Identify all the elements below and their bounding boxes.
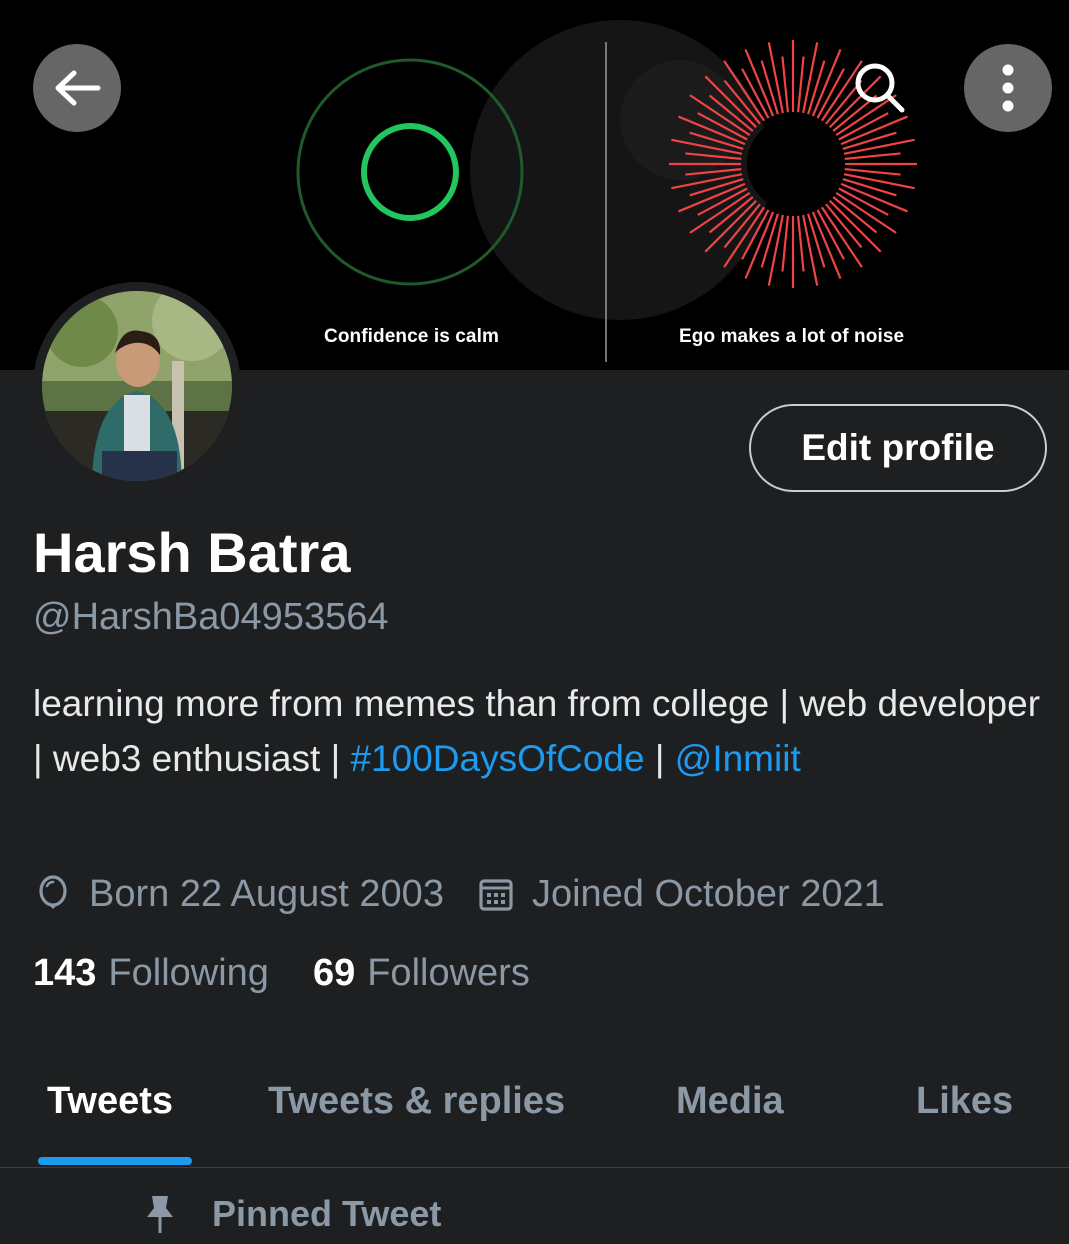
more-options-button[interactable]: [964, 44, 1052, 132]
tab-tweets-replies[interactable]: Tweets & replies: [268, 1080, 565, 1123]
joined-item: Joined October 2021: [476, 873, 885, 916]
profile-bio: learning more from memes than from colle…: [33, 676, 1043, 786]
search-button[interactable]: [836, 44, 924, 132]
username-handle: @HarshBa04953564: [33, 596, 389, 638]
burst-ray: [802, 214, 819, 286]
back-button[interactable]: [33, 44, 121, 132]
burst-ray: [844, 168, 901, 176]
joined-text: Joined October 2021: [531, 872, 885, 915]
burst-ray: [828, 199, 882, 253]
following-count[interactable]: 143: [33, 952, 96, 995]
following-label[interactable]: Following: [108, 952, 269, 995]
profile-page: Confidence is calm Ego makes a lot of no…: [0, 0, 1069, 1244]
display-name: Harsh Batra: [33, 521, 351, 584]
tab-media[interactable]: Media: [676, 1080, 784, 1123]
pinned-tweet-label: Pinned Tweet: [212, 1193, 442, 1234]
arrow-left-icon: [55, 70, 101, 106]
burst-ray: [767, 42, 784, 114]
burst-ray: [844, 152, 901, 160]
avatar-frame[interactable]: [33, 282, 241, 490]
bio-separator: |: [644, 738, 675, 779]
pin-icon: [140, 1192, 180, 1236]
birthday-text: Born 22 August 2003: [89, 872, 444, 915]
edit-profile-button[interactable]: Edit profile: [749, 404, 1047, 492]
followers-label[interactable]: Followers: [367, 952, 530, 995]
burst-ray: [802, 42, 819, 114]
profile-meta: Born 22 August 2003 Joined October 2021: [33, 868, 917, 920]
burst-ray: [843, 138, 915, 155]
profile-tabs: Tweets Tweets & replies Media Likes: [0, 1060, 1069, 1168]
tab-likes[interactable]: Likes: [916, 1080, 1013, 1123]
calendar-icon: [476, 874, 516, 914]
more-vertical-icon: [1002, 64, 1014, 112]
bio-mention-link[interactable]: @Inmiit: [675, 738, 801, 779]
active-tab-indicator: [38, 1157, 192, 1165]
tab-tweets[interactable]: Tweets: [47, 1080, 173, 1123]
banner-caption-calm: Confidence is calm: [324, 326, 499, 347]
followers-count[interactable]: 69: [313, 952, 355, 995]
burst-ray: [781, 56, 789, 113]
avatar-photo: [42, 291, 232, 481]
burst-ray: [843, 173, 915, 190]
burst-ray: [797, 56, 805, 113]
balloon-icon: [33, 874, 73, 914]
burst-ray: [767, 214, 784, 286]
follow-stats: 143 Following 69 Followers: [33, 952, 574, 995]
banner-caption-noise: Ego makes a lot of noise: [679, 326, 905, 347]
avatar[interactable]: [42, 291, 232, 481]
burst-ray: [781, 215, 789, 272]
burst-ray: [797, 215, 805, 272]
pinned-tweet-header: Pinned Tweet: [140, 1192, 441, 1236]
birthday-item: Born 22 August 2003: [33, 873, 444, 916]
bio-hashtag-link[interactable]: #100DaysOfCode: [350, 738, 644, 779]
search-icon: [855, 63, 905, 113]
tabs-divider: [0, 1167, 1069, 1168]
